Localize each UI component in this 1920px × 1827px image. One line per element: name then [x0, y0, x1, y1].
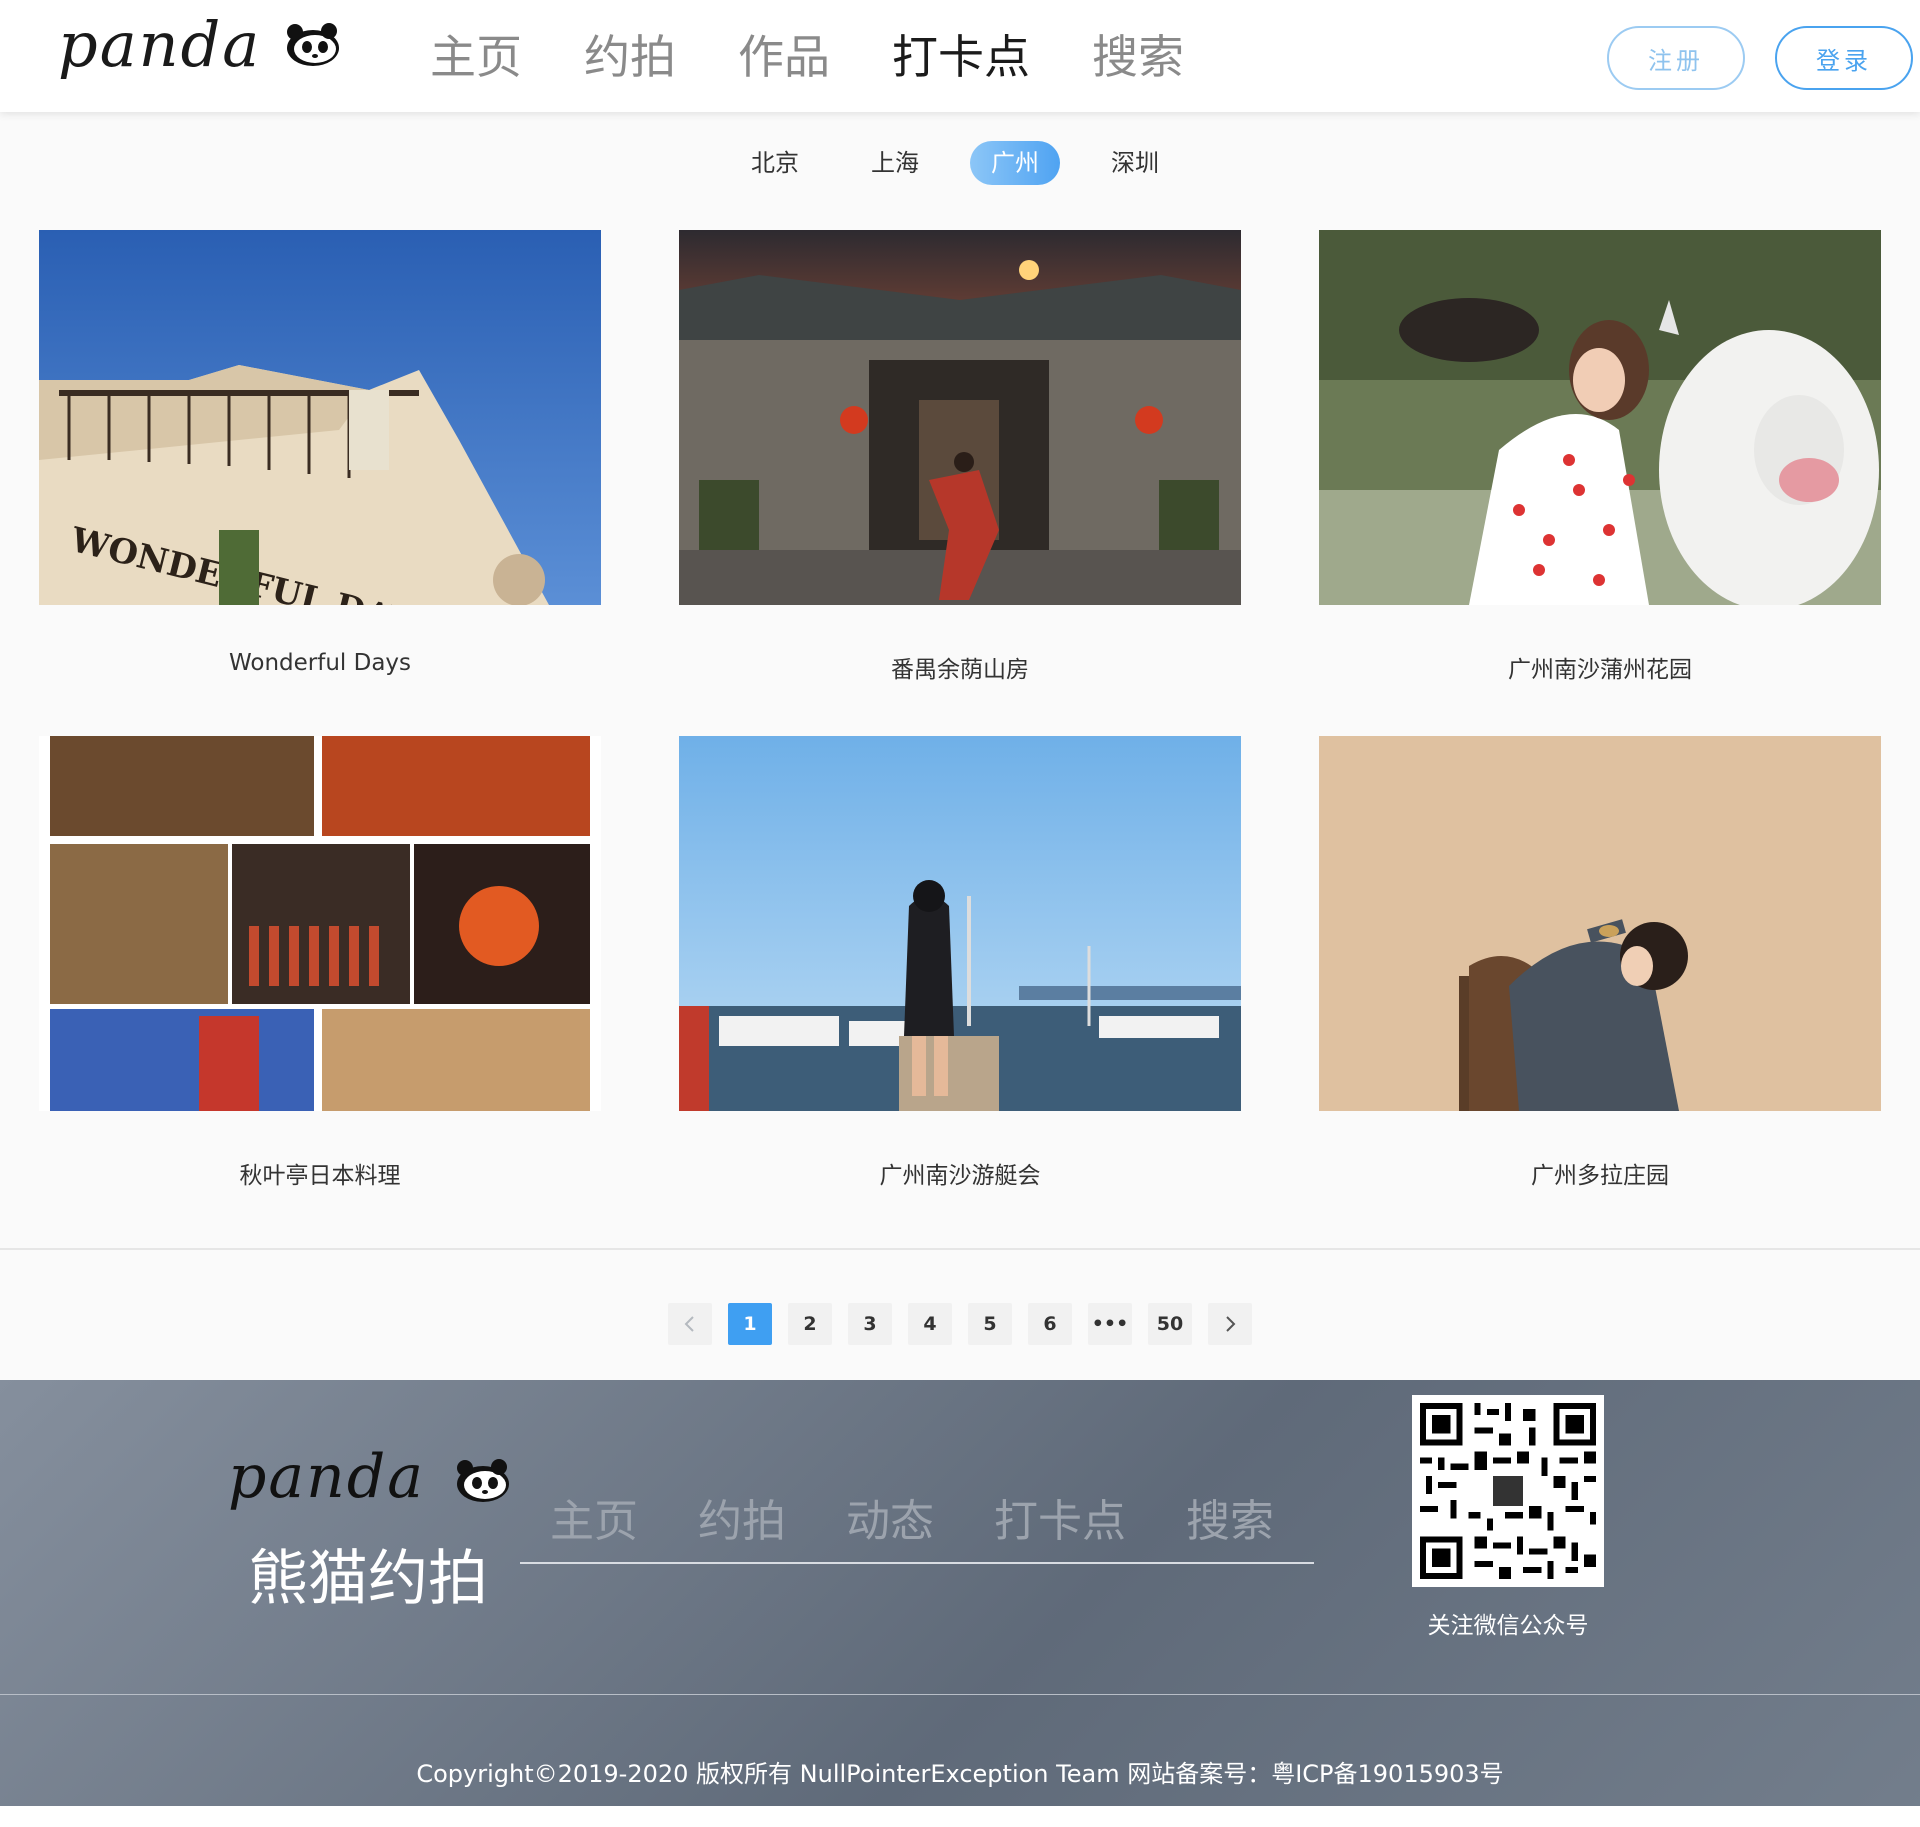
- spot-image[interactable]: [679, 736, 1241, 1111]
- footer-logo-text: panda: [228, 1442, 426, 1512]
- spot-title[interactable]: 广州南沙游艇会: [679, 1156, 1241, 1190]
- girl-with-mirror-photo: [1319, 736, 1881, 1111]
- spot-image[interactable]: WONDERFUL DAYS: [39, 230, 601, 605]
- page-button-4[interactable]: 4: [908, 1303, 952, 1345]
- page-button-6[interactable]: 6: [1028, 1303, 1072, 1345]
- footer-nav-home[interactable]: 主页: [550, 1490, 638, 1554]
- restaurant-collage-photo: [39, 736, 601, 1111]
- panda-icon: [457, 1459, 509, 1502]
- qr-code-icon: [1420, 1403, 1596, 1579]
- city-tabs: 北京 上海 广州 深圳: [730, 141, 1210, 185]
- qr-caption: 关注微信公众号: [1427, 1613, 1589, 1639]
- footer-nav-feed[interactable]: 动态: [846, 1490, 934, 1554]
- spot-card[interactable]: 广州多拉庄园: [1319, 736, 1881, 1196]
- page-ellipsis[interactable]: •••: [1088, 1303, 1132, 1345]
- spot-card[interactable]: 广州南沙蒲州花园: [1319, 230, 1881, 690]
- tab-shenzhen[interactable]: 深圳: [1090, 141, 1180, 185]
- tab-guangzhou[interactable]: 广州: [970, 141, 1060, 185]
- page-button-2[interactable]: 2: [788, 1303, 832, 1345]
- spot-card[interactable]: 广州南沙游艇会: [679, 736, 1241, 1196]
- spot-image[interactable]: [1319, 230, 1881, 605]
- spot-card[interactable]: 番禺余荫山房: [679, 230, 1241, 690]
- main-nav: 主页 约拍 作品 打卡点 搜索: [430, 22, 1246, 92]
- cafe-building-photo: WONDERFUL DAYS: [39, 230, 601, 605]
- chevron-left-icon: [684, 1316, 694, 1332]
- spot-card[interactable]: WONDERFUL DAYS Wonderful Days: [39, 230, 601, 690]
- tab-beijing[interactable]: 北京: [730, 141, 820, 185]
- spot-image[interactable]: [1319, 736, 1881, 1111]
- spot-image[interactable]: [679, 230, 1241, 605]
- spot-title[interactable]: 秋叶亭日本料理: [39, 1156, 601, 1190]
- ancient-temple-photo: [679, 230, 1241, 605]
- footer-nav-search[interactable]: 搜索: [1186, 1490, 1274, 1554]
- footer-brand-name: 熊猫约拍: [248, 1544, 488, 1614]
- spot-title[interactable]: Wonderful Days: [39, 650, 601, 676]
- footer-nav-appointment[interactable]: 约拍: [698, 1490, 786, 1554]
- pagination: 1 2 3 4 5 6 ••• 50: [668, 1303, 1268, 1345]
- register-button[interactable]: 注册: [1607, 26, 1745, 90]
- page-button-50[interactable]: 50: [1148, 1303, 1192, 1345]
- footer-nav: 主页 约拍 动态 打卡点 搜索: [550, 1490, 1334, 1554]
- footer-logo[interactable]: panda: [228, 1442, 528, 1522]
- login-button[interactable]: 登录: [1775, 26, 1913, 90]
- nav-search[interactable]: 搜索: [1092, 22, 1184, 92]
- footer-nav-underline: [520, 1562, 1314, 1564]
- prev-page-button[interactable]: [668, 1303, 712, 1345]
- site-footer: panda 熊猫约拍 主页 约拍 动态 打卡点 搜索 关注微信公众号 Copyr…: [0, 1380, 1920, 1827]
- tab-shanghai[interactable]: 上海: [850, 141, 940, 185]
- spot-title[interactable]: 广州南沙蒲州花园: [1319, 650, 1881, 684]
- yacht-marina-photo: [679, 736, 1241, 1111]
- footer-divider: [0, 1694, 1920, 1695]
- page-button-1[interactable]: 1: [728, 1303, 772, 1345]
- spot-image[interactable]: [39, 736, 601, 1111]
- top-header: panda 主页 约拍 作品 打卡点 搜索 注册 登录: [0, 0, 1920, 112]
- wechat-qr-code: [1412, 1395, 1604, 1587]
- next-page-button[interactable]: [1208, 1303, 1252, 1345]
- copyright-text: Copyright©2019-2020 版权所有 NullPointerExce…: [416, 1760, 1504, 1788]
- spot-card[interactable]: 秋叶亭日本料理: [39, 736, 601, 1196]
- bottom-strip: [0, 1806, 1920, 1827]
- chevron-right-icon: [1226, 1316, 1236, 1332]
- spot-title[interactable]: 广州多拉庄园: [1319, 1156, 1881, 1190]
- panda-icon: [287, 23, 339, 66]
- nav-works[interactable]: 作品: [738, 22, 830, 92]
- footer-nav-checkin-spots[interactable]: 打卡点: [994, 1490, 1126, 1554]
- girl-with-cow-photo: [1319, 230, 1881, 605]
- site-logo[interactable]: panda: [58, 8, 348, 88]
- nav-checkin-spots[interactable]: 打卡点: [892, 22, 1030, 92]
- content-divider: [0, 1248, 1920, 1250]
- page-button-3[interactable]: 3: [848, 1303, 892, 1345]
- spot-title[interactable]: 番禺余荫山房: [679, 650, 1241, 684]
- page-button-5[interactable]: 5: [968, 1303, 1012, 1345]
- logo-text: panda: [58, 8, 262, 81]
- nav-appointment[interactable]: 约拍: [584, 22, 676, 92]
- nav-home[interactable]: 主页: [430, 22, 522, 92]
